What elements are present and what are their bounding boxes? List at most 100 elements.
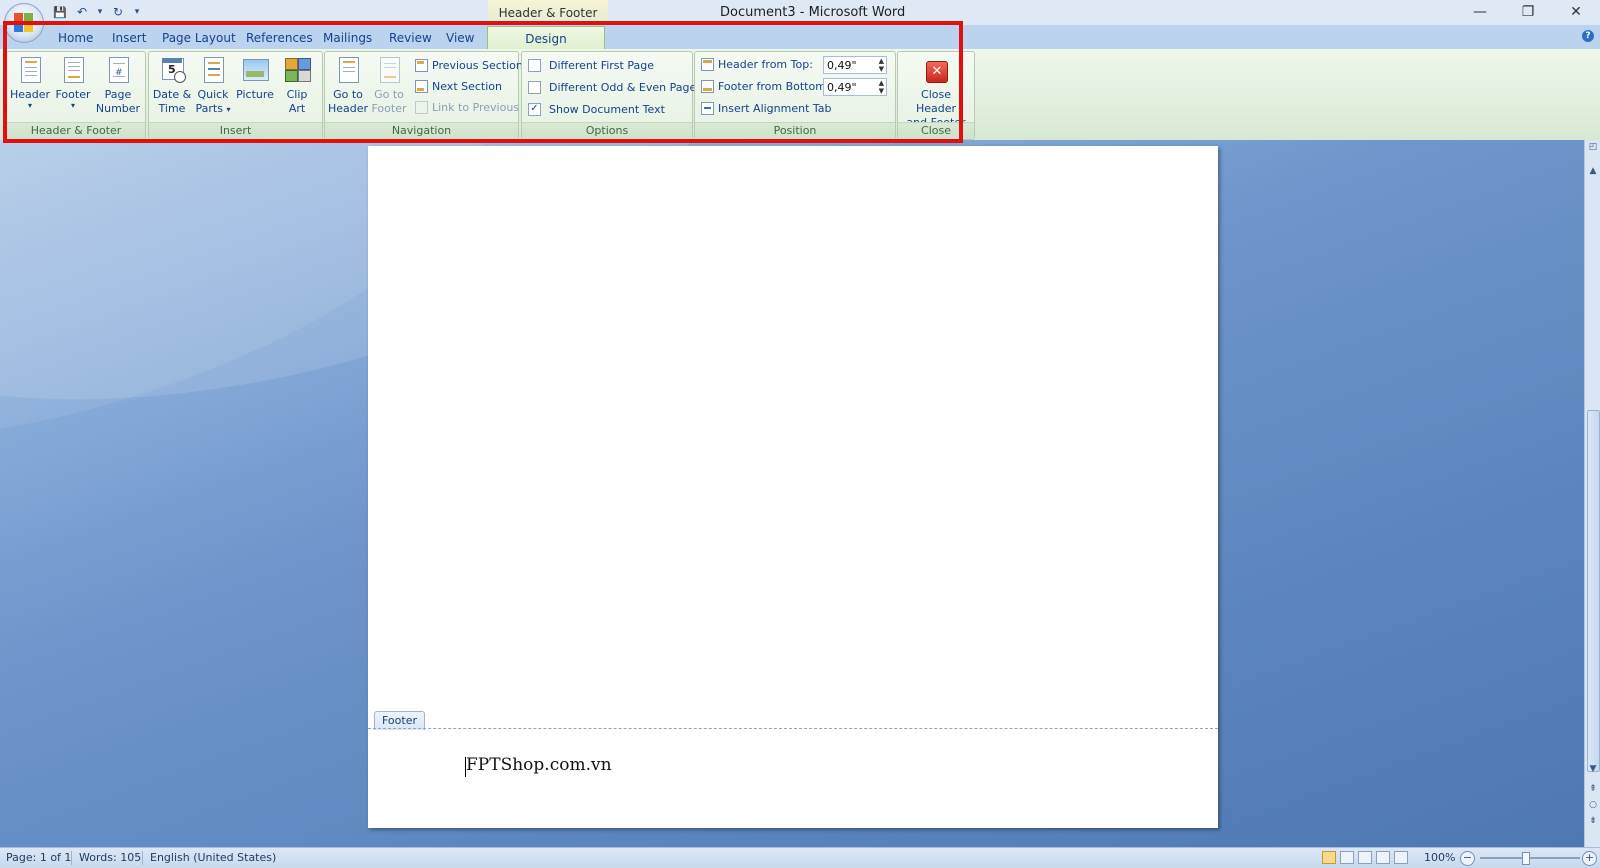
web-layout-view-icon[interactable] bbox=[1358, 851, 1372, 864]
tab-references[interactable]: References bbox=[246, 25, 313, 49]
zoom-in-icon[interactable]: + bbox=[1582, 851, 1597, 866]
language-indicator[interactable]: English (United States) bbox=[150, 848, 276, 868]
restore-button[interactable]: ❐ bbox=[1504, 0, 1552, 25]
contextual-tools-label: Header & Footer Tools bbox=[488, 0, 608, 46]
different-first-page-label: Different First Page bbox=[549, 59, 654, 72]
tab-review[interactable]: Review bbox=[389, 25, 432, 49]
save-icon[interactable]: 💾 bbox=[52, 4, 68, 20]
page-count[interactable]: Page: 1 of 1 bbox=[6, 848, 71, 868]
show-document-text-checkbox[interactable]: ✓ Show Document Text bbox=[528, 100, 665, 119]
go-to-header-button[interactable]: Go to Header bbox=[327, 55, 369, 116]
close-window-button[interactable]: ✕ bbox=[1552, 0, 1600, 25]
next-page-icon[interactable]: ⇟ bbox=[1585, 816, 1600, 826]
footer-text[interactable]: FPTShop.com.vn bbox=[466, 755, 612, 775]
group-header-footer: Header ▾ Footer ▾ # Page Number ▾ Header… bbox=[6, 51, 146, 140]
spin-down-icon[interactable]: ▼ bbox=[879, 87, 884, 95]
scroll-down-icon[interactable]: ▼ bbox=[1585, 764, 1600, 774]
group-close: ✕ Close Header and Footer Close bbox=[897, 51, 975, 140]
zoom-slider[interactable] bbox=[1480, 857, 1580, 859]
quick-parts-button[interactable]: Quick Parts ▾ bbox=[193, 55, 233, 117]
tab-view[interactable]: View bbox=[446, 25, 474, 49]
header-position-icon bbox=[701, 58, 714, 71]
picture-button[interactable]: Picture bbox=[233, 55, 277, 102]
date-time-label: Date & bbox=[152, 88, 192, 101]
spin-down-icon[interactable]: ▼ bbox=[879, 65, 884, 73]
customize-qat-icon[interactable]: ▾ bbox=[132, 4, 142, 20]
scroll-up-icon[interactable]: ▲ bbox=[1585, 166, 1600, 176]
office-logo-icon bbox=[24, 23, 33, 32]
page-number-button[interactable]: # Page Number ▾ bbox=[93, 55, 143, 131]
close-red-x-icon: ✕ bbox=[923, 55, 949, 85]
tab-home[interactable]: Home bbox=[58, 25, 93, 49]
print-layout-view-icon[interactable] bbox=[1322, 851, 1336, 864]
tab-page-layout[interactable]: Page Layout bbox=[162, 25, 236, 49]
select-browse-object-icon[interactable]: ○ bbox=[1585, 800, 1600, 810]
go-to-header-icon bbox=[335, 55, 361, 85]
minimize-button[interactable]: — bbox=[1456, 0, 1504, 25]
spin-up-icon[interactable]: ▲ bbox=[879, 57, 884, 65]
group-label: Insert bbox=[149, 122, 322, 139]
ribbon: Header ▾ Footer ▾ # Page Number ▾ Header… bbox=[0, 49, 1600, 141]
date-time-button[interactable]: 5 Date & Time bbox=[151, 55, 193, 116]
clip-art-button[interactable]: Clip Art bbox=[277, 55, 317, 116]
quick-access-toolbar: 💾 ↶ ▾ ↻ ▾ bbox=[52, 4, 142, 20]
next-section-icon bbox=[415, 80, 428, 93]
tab-mailings[interactable]: Mailings bbox=[323, 25, 372, 49]
spin-up-icon[interactable]: ▲ bbox=[879, 79, 884, 87]
go-to-header-label: Go to bbox=[333, 88, 363, 101]
previous-section-label: Previous Section bbox=[432, 59, 523, 72]
link-to-previous-button[interactable]: Link to Previous bbox=[415, 98, 519, 117]
zoom-level[interactable]: 100% bbox=[1424, 848, 1455, 868]
different-first-page-checkbox[interactable]: Different First Page bbox=[528, 56, 654, 75]
spin-buttons[interactable]: ▲ ▼ bbox=[879, 79, 884, 95]
office-button[interactable] bbox=[4, 3, 44, 43]
different-odd-even-checkbox[interactable]: Different Odd & Even Pages bbox=[528, 78, 702, 97]
header-icon bbox=[17, 55, 43, 85]
redo-icon[interactable]: ↻ bbox=[110, 4, 126, 20]
window-title: Document3 - Microsoft Word bbox=[720, 5, 906, 20]
scroll-thumb[interactable] bbox=[1587, 410, 1600, 772]
vertical-scrollbar[interactable]: ◰ ▲ ▼ ⇞ ○ ⇟ bbox=[1584, 140, 1600, 847]
previous-section-button[interactable]: Previous Section bbox=[415, 56, 523, 75]
go-to-footer-button[interactable]: Go to Footer bbox=[369, 55, 409, 116]
previous-page-icon[interactable]: ⇞ bbox=[1585, 784, 1600, 794]
title-bar: 💾 ↶ ▾ ↻ ▾ Header & Footer Tools Document… bbox=[0, 0, 1600, 46]
ruler-toggle-icon[interactable]: ◰ bbox=[1585, 142, 1600, 152]
outline-view-icon[interactable] bbox=[1376, 851, 1390, 864]
footer-from-bottom-input[interactable]: 0,49" ▲ ▼ bbox=[823, 78, 887, 96]
tab-design[interactable]: Design bbox=[487, 26, 605, 50]
help-icon[interactable]: ? bbox=[1582, 30, 1594, 42]
status-bar: Page: 1 of 1 Words: 105 English (United … bbox=[0, 847, 1600, 868]
clip-art-label-2: Art bbox=[288, 102, 306, 115]
group-position: Header from Top: 0,49" ▲ ▼ Footer from Bo… bbox=[694, 51, 896, 140]
show-document-text-label: Show Document Text bbox=[549, 103, 665, 116]
undo-icon[interactable]: ↶ bbox=[74, 4, 90, 20]
document-page[interactable]: Footer FPTShop.com.vn bbox=[368, 146, 1218, 828]
insert-alignment-tab-button[interactable]: Insert Alignment Tab bbox=[701, 99, 832, 118]
footer-position-icon bbox=[701, 80, 714, 93]
full-screen-reading-view-icon[interactable] bbox=[1340, 851, 1354, 864]
header-from-top-label: Header from Top: bbox=[718, 58, 813, 71]
link-icon bbox=[415, 101, 428, 114]
draft-view-icon[interactable] bbox=[1394, 851, 1408, 864]
close-header-footer-button[interactable]: ✕ Close Header and Footer bbox=[900, 55, 972, 130]
go-to-footer-label-2: Footer bbox=[371, 102, 407, 115]
zoom-out-icon[interactable]: − bbox=[1460, 851, 1475, 866]
previous-section-icon bbox=[415, 59, 428, 72]
header-from-top-input[interactable]: 0,49" ▲ ▼ bbox=[823, 56, 887, 74]
next-section-button[interactable]: Next Section bbox=[415, 77, 502, 96]
footer-button[interactable]: Footer ▾ bbox=[53, 55, 93, 110]
checkmark-icon: ✓ bbox=[528, 103, 541, 116]
group-label: Header & Footer bbox=[7, 122, 145, 139]
tab-insert[interactable]: Insert bbox=[112, 25, 146, 49]
spin-buttons[interactable]: ▲ ▼ bbox=[879, 57, 884, 73]
zoom-slider-thumb[interactable] bbox=[1522, 852, 1530, 865]
office-logo-icon bbox=[14, 23, 23, 32]
word-count[interactable]: Words: 105 bbox=[79, 848, 141, 868]
header-button[interactable]: Header ▾ bbox=[9, 55, 51, 110]
page-number-label-text: Number bbox=[95, 102, 141, 115]
undo-dropdown-icon[interactable]: ▾ bbox=[96, 4, 104, 20]
footer-button-label: Footer bbox=[55, 88, 91, 101]
go-to-header-label-2: Header bbox=[327, 102, 369, 115]
ribbon-tabs: Home Insert Page Layout References Maili… bbox=[0, 25, 1600, 50]
